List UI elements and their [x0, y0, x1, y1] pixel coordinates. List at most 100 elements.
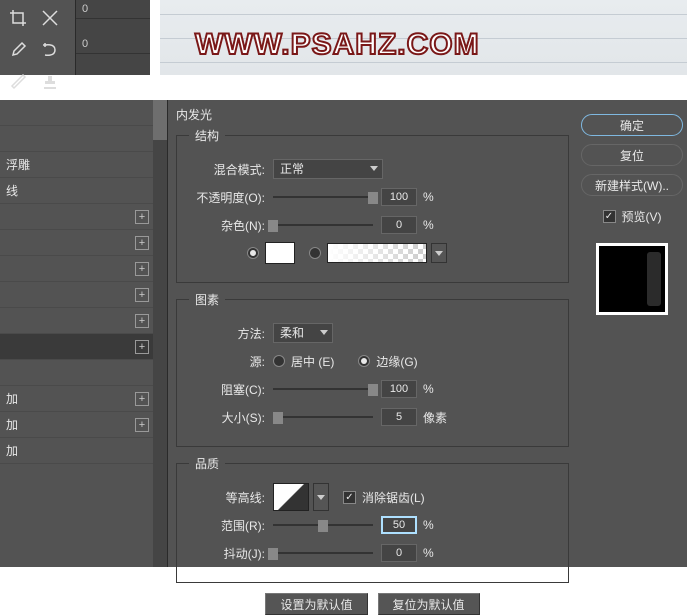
source-center-label: 居中 (E) [291, 353, 334, 370]
style-row[interactable]: + [0, 230, 167, 256]
chevron-down-icon [317, 495, 325, 500]
slice-tool[interactable] [35, 3, 65, 33]
source-edge-radio[interactable] [358, 355, 370, 367]
style-row[interactable]: + [0, 308, 167, 334]
blend-mode-label: 混合模式: [189, 161, 265, 178]
preview-checkbox[interactable] [603, 210, 616, 223]
color-swatch[interactable] [265, 242, 295, 264]
style-row[interactable] [0, 126, 167, 152]
add-icon[interactable]: + [135, 288, 149, 302]
elements-group: 图素 方法: 柔和 源: 居中 (E) 边缘(G) 阻塞(C): % 大小(S)… [176, 291, 569, 447]
range-input[interactable] [381, 516, 417, 534]
stamp-tool[interactable] [35, 67, 65, 97]
method-label: 方法: [189, 325, 265, 342]
contour-dropdown[interactable] [313, 483, 329, 511]
color-radio[interactable] [247, 247, 259, 259]
add-icon[interactable]: + [135, 392, 149, 406]
style-row[interactable]: + [0, 256, 167, 282]
method-select[interactable]: 柔和 [273, 323, 333, 343]
jitter-input[interactable] [381, 544, 417, 562]
style-row-emboss[interactable]: 浮雕 [0, 152, 167, 178]
top-area: 0 0 WWW.PSAHZ.COM [0, 0, 687, 75]
range-label: 范围(R): [189, 517, 265, 534]
ok-button[interactable]: 确定 [581, 114, 683, 136]
style-row[interactable] [0, 100, 167, 126]
size-unit-label: 像素 [423, 409, 447, 426]
chevron-down-icon [370, 166, 378, 171]
structure-legend: 结构 [189, 127, 225, 144]
layer-style-dialog: 浮雕 线 + + + + + + 加+ 加+ 加 内发光 结构 混合模式: 正常… [0, 100, 687, 567]
styles-list: 浮雕 线 + + + + + + 加+ 加+ 加 [0, 100, 168, 567]
eyedropper-tool[interactable] [3, 35, 33, 65]
style-row-line[interactable]: 线 [0, 178, 167, 204]
jitter-slider[interactable] [273, 548, 373, 558]
style-row[interactable]: + [0, 204, 167, 230]
range-slider[interactable] [273, 520, 373, 530]
opt-value-2[interactable]: 0 [76, 35, 150, 54]
canvas-area: WWW.PSAHZ.COM [160, 0, 687, 75]
style-row[interactable]: 加+ [0, 412, 167, 438]
elements-legend: 图素 [189, 291, 225, 308]
set-default-button[interactable]: 设置为默认值 [265, 593, 367, 615]
size-input[interactable] [381, 408, 417, 426]
size-slider[interactable] [273, 412, 373, 422]
gradient-preview[interactable] [327, 243, 427, 263]
antialias-label: 消除锯齿(L) [362, 489, 425, 506]
opacity-slider[interactable] [273, 192, 373, 202]
chevron-down-icon [320, 330, 328, 335]
scroll-thumb[interactable] [153, 100, 167, 140]
style-row[interactable]: + [0, 282, 167, 308]
quality-legend: 品质 [189, 455, 225, 472]
style-row[interactable] [0, 360, 167, 386]
add-icon[interactable]: + [135, 340, 149, 354]
reset-default-button[interactable]: 复位为默认值 [378, 593, 480, 615]
gradient-dropdown[interactable] [431, 243, 447, 263]
add-icon[interactable]: + [135, 236, 149, 250]
watermark-text: WWW.PSAHZ.COM [195, 28, 480, 62]
size-label: 大小(S): [189, 409, 265, 426]
antialias-checkbox[interactable] [343, 491, 356, 504]
source-center-radio[interactable] [273, 355, 285, 367]
noise-slider[interactable] [273, 220, 373, 230]
choke-slider[interactable] [273, 384, 373, 394]
default-buttons: 设置为默认值 复位为默认值 [176, 593, 569, 615]
crop-tool[interactable] [3, 3, 33, 33]
settings-panel: 内发光 结构 混合模式: 正常 不透明度(O): % 杂色(N): % [168, 100, 577, 567]
tool-palette [0, 0, 75, 75]
cancel-button[interactable]: 复位 [581, 144, 683, 166]
preview-thumbnail [596, 243, 668, 315]
source-edge-label: 边缘(G) [376, 353, 417, 370]
percent-label: % [423, 190, 434, 204]
new-style-button[interactable]: 新建样式(W).. [581, 174, 683, 196]
noise-input[interactable] [381, 216, 417, 234]
structure-group: 结构 混合模式: 正常 不透明度(O): % 杂色(N): % [176, 127, 569, 283]
add-icon[interactable]: + [135, 314, 149, 328]
panel-title: 内发光 [176, 106, 569, 123]
patch-tool[interactable] [35, 35, 65, 65]
blend-mode-select[interactable]: 正常 [273, 159, 383, 179]
opacity-input[interactable] [381, 188, 417, 206]
style-row[interactable]: 加+ [0, 386, 167, 412]
quality-group: 品质 等高线: 消除锯齿(L) 范围(R): % 抖动(J): % [176, 455, 569, 583]
preview-label: 预览(V) [622, 208, 662, 225]
options-bar: 0 0 [75, 0, 150, 75]
contour-picker[interactable] [273, 483, 309, 511]
percent-label: % [423, 546, 434, 560]
gap [0, 75, 687, 100]
choke-input[interactable] [381, 380, 417, 398]
source-label: 源: [189, 353, 265, 370]
contour-label: 等高线: [189, 489, 265, 506]
add-icon[interactable]: + [135, 418, 149, 432]
scrollbar[interactable] [153, 100, 167, 567]
gradient-radio[interactable] [309, 247, 321, 259]
preview-toggle[interactable]: 预览(V) [581, 208, 683, 225]
style-row[interactable]: 加 [0, 438, 167, 464]
jitter-label: 抖动(J): [189, 545, 265, 562]
opt-value-1[interactable]: 0 [76, 0, 150, 19]
chevron-down-icon [435, 251, 443, 256]
opacity-label: 不透明度(O): [189, 189, 265, 206]
brush-tool[interactable] [3, 67, 33, 97]
style-row-selected[interactable]: + [0, 334, 167, 360]
add-icon[interactable]: + [135, 262, 149, 276]
add-icon[interactable]: + [135, 210, 149, 224]
